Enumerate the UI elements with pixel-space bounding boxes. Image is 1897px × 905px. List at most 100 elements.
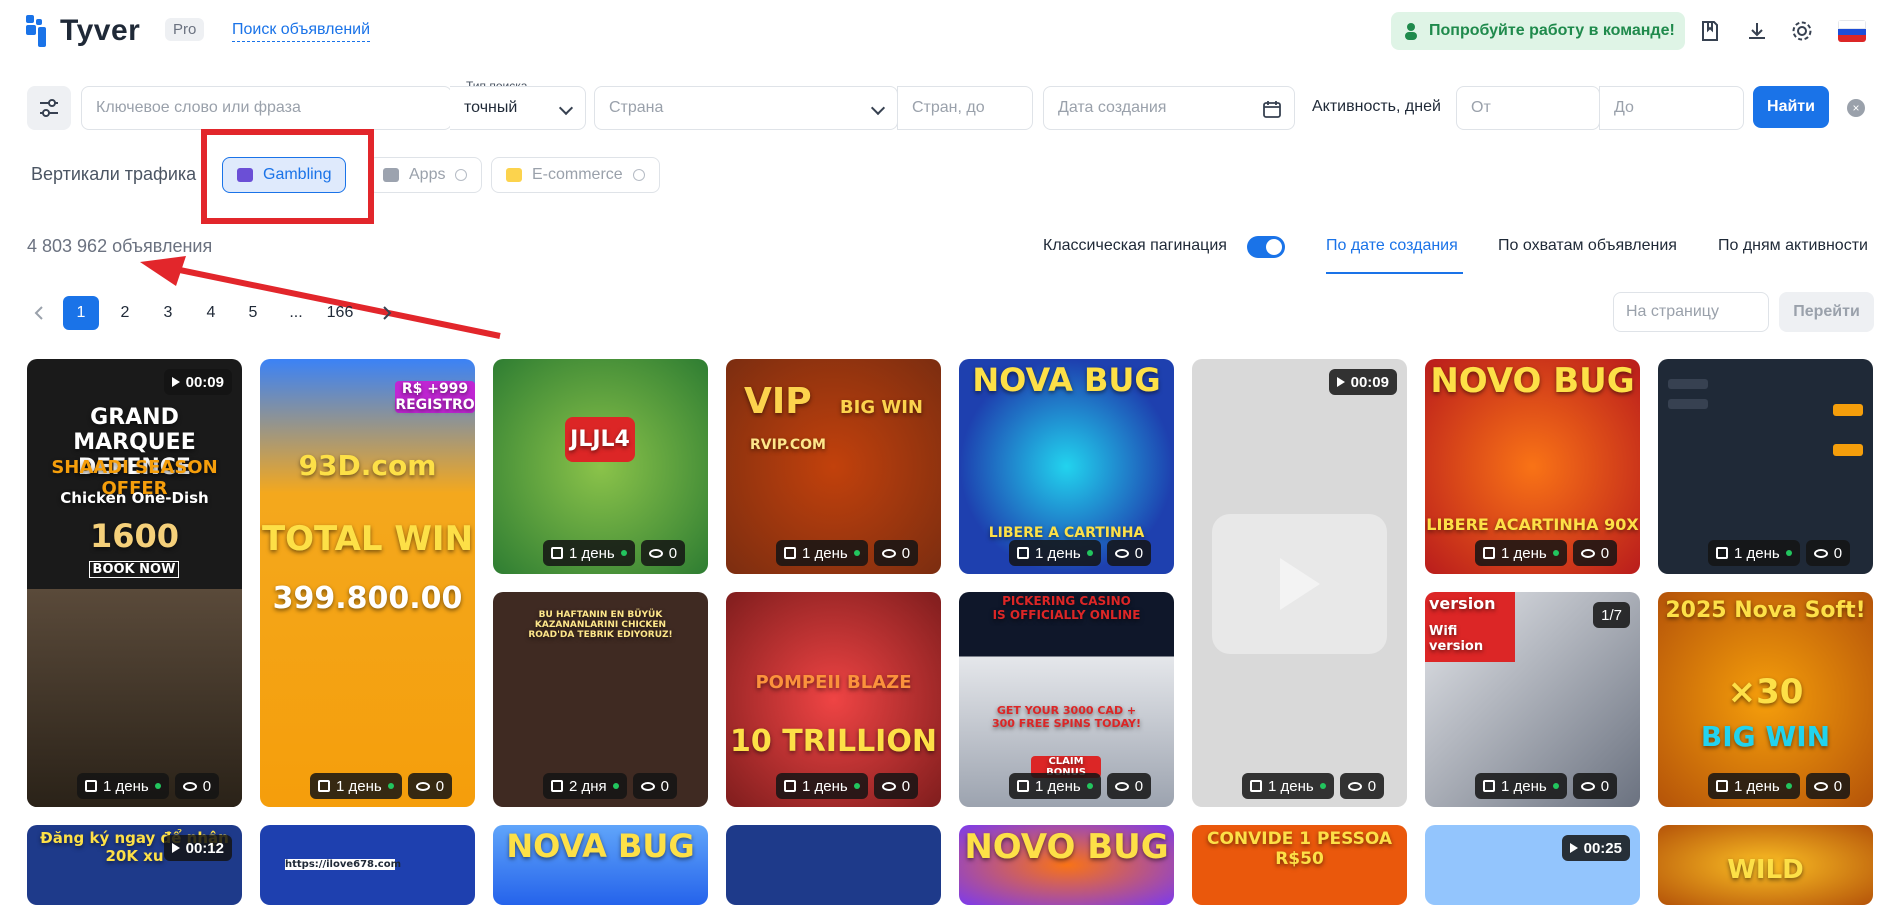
page-button[interactable]: 5 [238, 296, 268, 330]
ad-card[interactable]: https://ilove678.com [260, 825, 475, 905]
ad-price: 1600 [89, 517, 180, 555]
country-select[interactable]: Страна [594, 86, 898, 130]
date-created-input[interactable]: Дата создания [1043, 86, 1295, 130]
download-icon[interactable] [1744, 18, 1770, 44]
ad-card[interactable]: PICKERING CASINO IS OFFICIALLY ONLINE GE… [959, 592, 1174, 807]
try-team-button[interactable]: Попробуйте работу в команде! [1391, 12, 1685, 50]
results-count: 4 803 962 объявления [27, 236, 213, 256]
ad-card[interactable]: 00:09 1 день 0 [1192, 359, 1407, 807]
activity-from-input[interactable]: От [1456, 86, 1600, 130]
calendar-icon [1483, 547, 1495, 559]
try-team-label: Попробуйте работу в команде! [1429, 22, 1675, 39]
keyword-input[interactable]: Ключевое слово или фраза [81, 86, 452, 130]
page-button[interactable]: 2 [110, 296, 140, 330]
ad-card[interactable]: R$ +999 REGISTRO 93D.com TOTAL WIN 399.8… [260, 359, 475, 807]
calendar-icon [318, 780, 330, 792]
chevron-down-icon [870, 100, 886, 116]
ad-meta: 1 день 0 [543, 540, 686, 566]
ad-title: BU HAFTANIN EN BÜYÜK KAZANANLARINI CHICK… [528, 610, 673, 640]
ad-card[interactable]: NOVO BUG LIBERE ACARTINHA 90X 1 день 0 [1425, 359, 1640, 574]
ad-registro: R$ +999 REGISTRO [395, 381, 475, 413]
ad-card[interactable]: BU HAFTANIN EN BÜYÜK KAZANANLARINI CHICK… [493, 592, 708, 807]
active-status-dot [612, 783, 619, 789]
calendar-icon [1483, 780, 1495, 792]
calendar-icon [1017, 780, 1029, 792]
nav-search-ads-link[interactable]: Поиск объявлений [232, 21, 371, 42]
per-page-placeholder: На страницу [1626, 303, 1719, 320]
active-status-dot [1785, 550, 1792, 556]
ad-card[interactable]: Đăng ký ngay để nhận 20K xu 00:12 [27, 825, 242, 905]
flag-ru-icon[interactable] [1838, 20, 1866, 42]
sort-by-active-days[interactable]: По дням активности [1718, 237, 1868, 255]
ad-meta: 2 дня 0 [543, 773, 678, 799]
ad-card[interactable]: version Wifi version 1/7 1 день 0 [1425, 592, 1640, 807]
ad-card[interactable]: NOVA BUG [493, 825, 708, 905]
video-duration: 00:25 [1561, 835, 1630, 861]
eye-icon [182, 781, 197, 791]
ad-card[interactable]: 00:25 [1425, 825, 1640, 905]
next-page-button[interactable] [372, 296, 402, 330]
ad-title: 93D.com [298, 449, 437, 482]
ad-card[interactable] [726, 825, 941, 905]
page-button[interactable]: 3 [153, 296, 183, 330]
activity-to-input[interactable]: До [1599, 86, 1744, 130]
ad-card[interactable]: CONVIDE 1 PESSOA R$50 [1192, 825, 1407, 905]
calendar-icon[interactable] [1262, 99, 1282, 119]
ad-card[interactable]: 1 день 0 [1658, 359, 1873, 574]
top-header: Tyver Pro Поиск объявлений Попробуйте ра… [0, 0, 1897, 62]
sort-by-reach[interactable]: По охватам объявления [1498, 237, 1677, 255]
ad-card[interactable]: 2025 Nova Soft! ×30 BIG WIN 1 день 0 [1658, 592, 1873, 807]
play-icon [1336, 377, 1345, 387]
ad-card[interactable]: VIP BIG WIN RVIP.COM 1 день 0 [726, 359, 941, 574]
classic-pagination-toggle[interactable] [1247, 236, 1285, 258]
ad-meta: 1 день 0 [310, 773, 453, 799]
annotation-highlight-box [201, 129, 374, 224]
ad-title: NOVO BUG [1430, 361, 1635, 401]
classic-pagination-label: Классическая пагинация [1043, 237, 1227, 254]
ecommerce-thumb-icon [506, 168, 522, 182]
ad-title: POMPEII BLAZE [755, 672, 912, 693]
active-status-dot [154, 783, 161, 789]
eye-icon [1114, 548, 1129, 558]
find-button[interactable]: Найти [1753, 86, 1829, 128]
image-count-badge: 1/7 [1593, 602, 1630, 628]
search-type-select[interactable]: точный [450, 86, 586, 130]
page-button[interactable]: 166 [325, 296, 355, 330]
active-status-dot [1785, 783, 1792, 789]
team-icon [1405, 23, 1417, 40]
calendar-icon [784, 547, 796, 559]
sort-by-date[interactable]: По дате создания [1326, 237, 1458, 255]
ad-card[interactable]: POMPEII BLAZE 10 TRILLION 1 день 0 [726, 592, 941, 807]
vertical-label: Apps [409, 166, 446, 183]
active-status-dot [1552, 783, 1559, 789]
filters-toggle-button[interactable] [27, 86, 71, 130]
ad-card[interactable]: WILD [1658, 825, 1873, 905]
keyword-placeholder: Ключевое слово или фраза [96, 99, 301, 116]
ad-card[interactable]: GRAND MARQUEE DEFENCE SHAADI SEASON OFFE… [27, 359, 242, 807]
eye-icon [881, 548, 896, 558]
ad-subtitle: BIG WIN [839, 397, 923, 418]
vertical-chip-apps[interactable]: Apps [368, 157, 483, 193]
clear-icon[interactable]: × [1847, 99, 1865, 117]
go-button[interactable]: Перейти [1779, 292, 1874, 332]
per-page-input[interactable]: На страницу [1613, 292, 1769, 332]
ad-card[interactable]: NOVO BUG [959, 825, 1174, 905]
calendar-icon [1250, 780, 1262, 792]
logo[interactable]: Tyver [26, 14, 140, 48]
page-button[interactable]: 1 [63, 296, 99, 330]
play-icon [171, 843, 180, 853]
gear-icon[interactable] [1789, 18, 1815, 44]
date-placeholder: Дата создания [1058, 99, 1167, 116]
calendar-icon [1017, 547, 1029, 559]
eye-icon [1347, 781, 1362, 791]
vertical-chip-ecommerce[interactable]: E-commerce [491, 157, 660, 193]
page-button[interactable]: 4 [196, 296, 226, 330]
play-icon [171, 377, 180, 387]
clock-icon [455, 169, 468, 181]
ad-card[interactable]: NOVA BUG LIBERE A CARTINHA 1 день 0 [959, 359, 1174, 574]
country-to-input[interactable]: Стран, до [897, 86, 1033, 130]
ad-subtitle: IS OFFICIALLY ONLINE [992, 608, 1141, 622]
ad-card[interactable]: JLJL4 1 день 0 [493, 359, 708, 574]
book-icon[interactable] [1697, 18, 1723, 44]
prev-page-button[interactable] [24, 296, 54, 330]
